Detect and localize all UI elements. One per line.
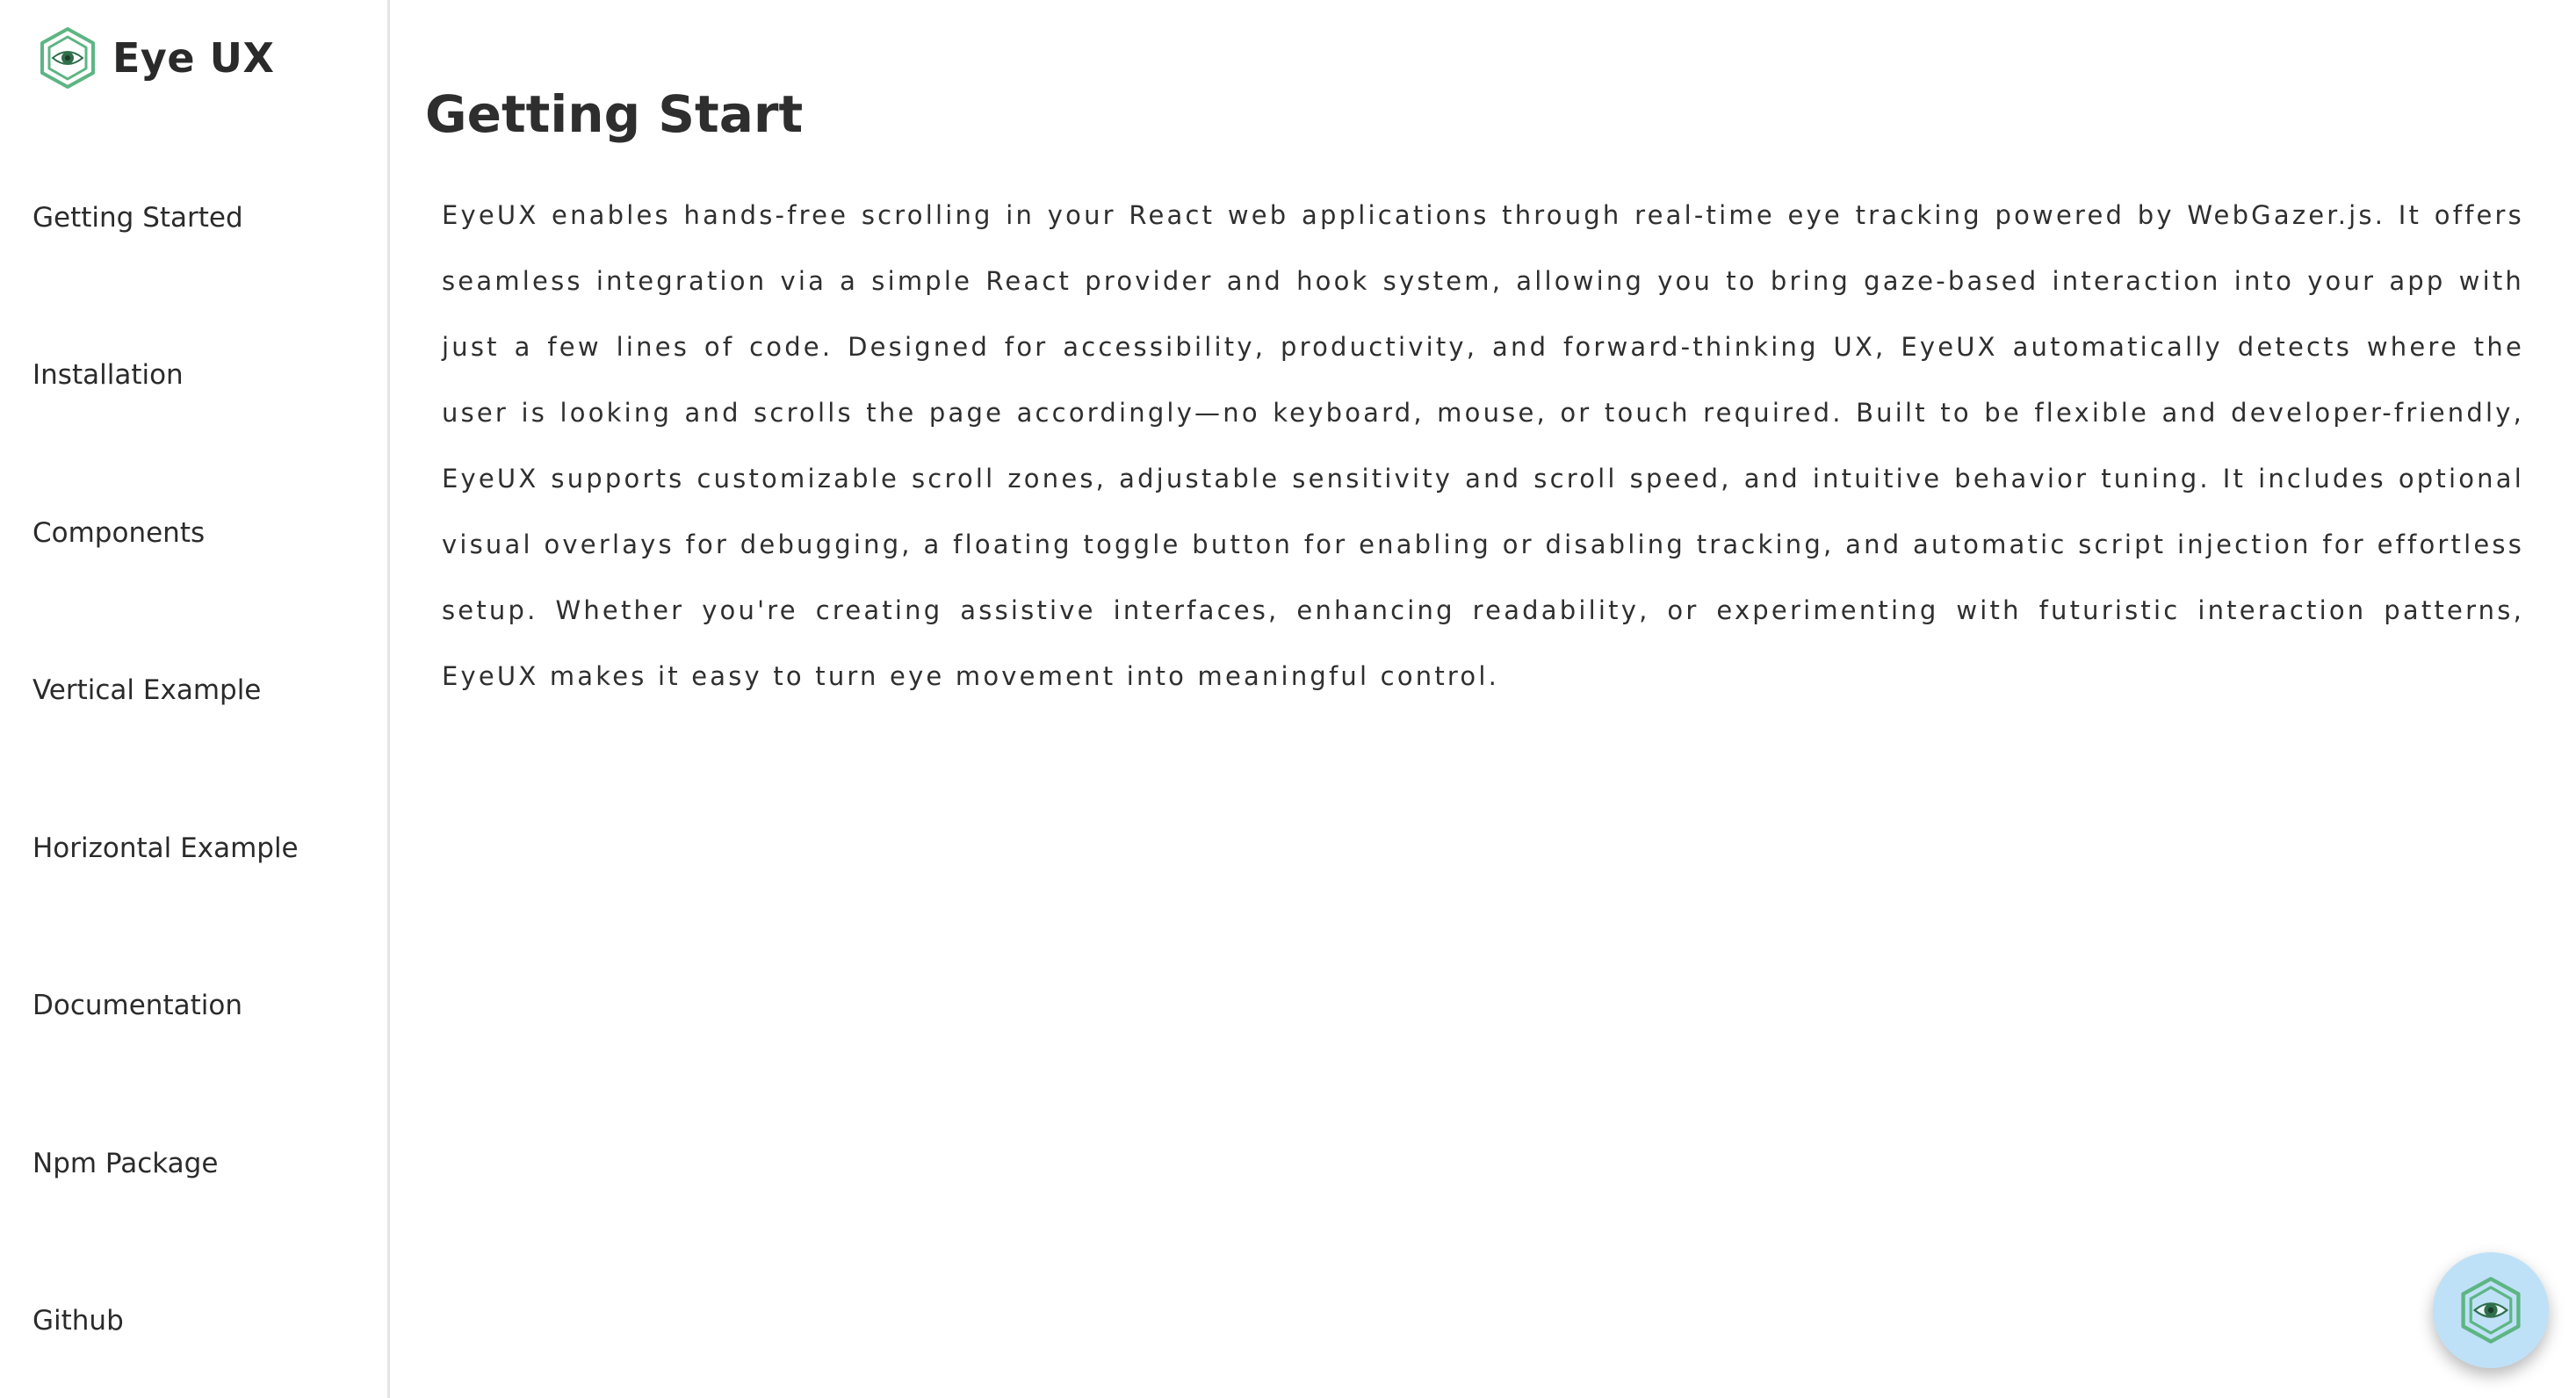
main-content: Getting Start EyeUX enables hands-free s… [390, 0, 2576, 1398]
sidebar-item-horizontal-example[interactable]: Horizontal Example [32, 831, 299, 866]
eye-hexagon-icon [2461, 1277, 2521, 1344]
eye-tracking-toggle-button[interactable] [2433, 1252, 2549, 1368]
eye-hexagon-icon [40, 27, 95, 89]
brand[interactable]: Eye UX [39, 26, 274, 90]
sidebar: Eye UX Getting Started Installation Comp… [0, 0, 390, 1398]
page-title: Getting Start [425, 84, 804, 144]
brand-name: Eye UX [112, 34, 275, 82]
sidebar-item-npm-package[interactable]: Npm Package [32, 1146, 218, 1181]
sidebar-item-getting-started[interactable]: Getting Started [32, 200, 243, 235]
sidebar-item-documentation[interactable]: Documentation [32, 988, 242, 1023]
app-root: Eye UX Getting Started Installation Comp… [0, 0, 2576, 1398]
sidebar-item-installation[interactable]: Installation [32, 357, 184, 393]
sidebar-item-github[interactable]: Github [32, 1303, 124, 1338]
sidebar-item-components[interactable]: Components [32, 515, 205, 551]
intro-paragraph: EyeUX enables hands-free scrolling in yo… [442, 200, 2524, 691]
sidebar-item-vertical-example[interactable]: Vertical Example [32, 673, 261, 708]
